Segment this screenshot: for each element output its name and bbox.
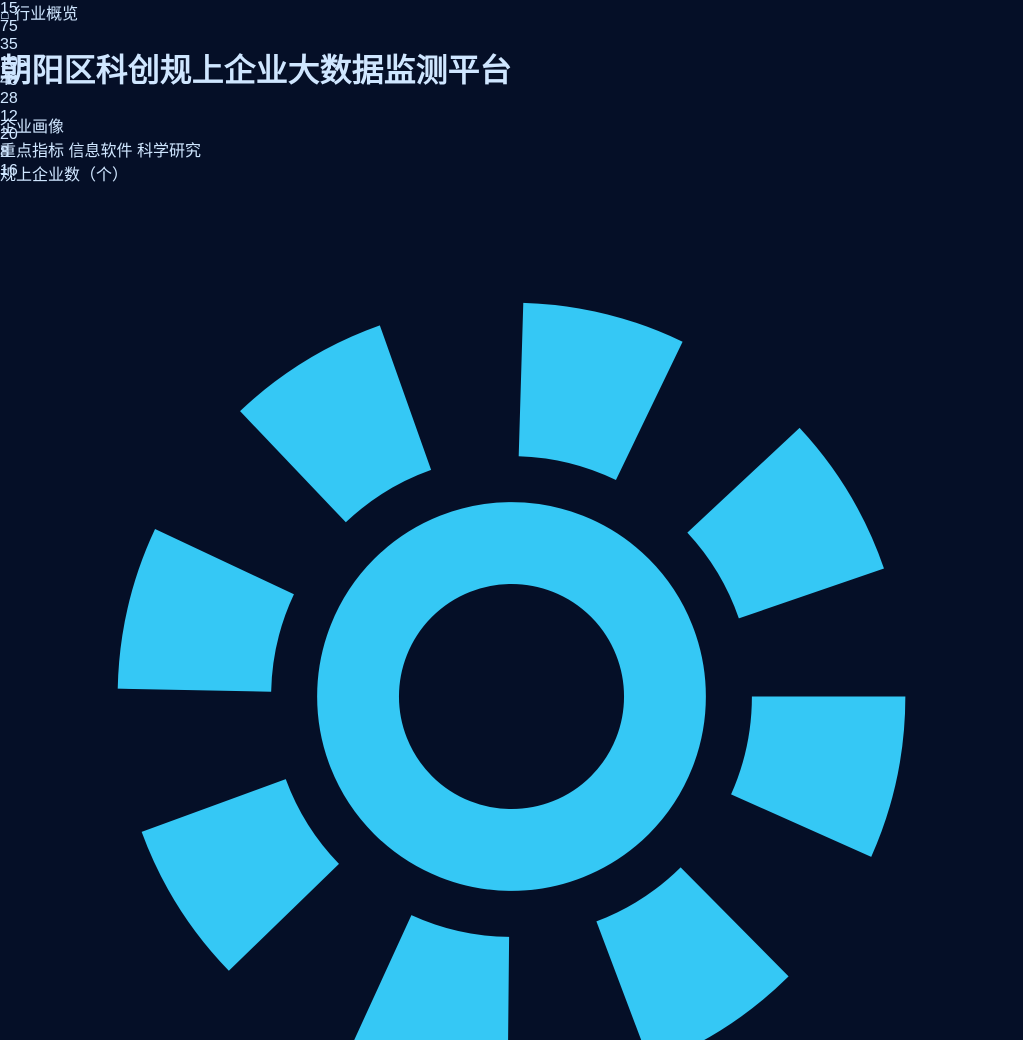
map-marker[interactable]: 105 xyxy=(0,54,1023,72)
map-marker[interactable]: 75 xyxy=(0,18,1023,36)
map-marker[interactable]: 28 xyxy=(0,90,1023,108)
map-marker[interactable]: 48 xyxy=(0,72,1023,90)
map-marker[interactable]: 8 xyxy=(0,144,1023,162)
map-marker[interactable]: 35 xyxy=(0,36,1023,54)
map-marker[interactable]: 16 xyxy=(0,162,1023,180)
map-marker[interactable]: 15 xyxy=(0,0,1023,18)
map-badge-layer: 15753510548281220816 xyxy=(0,0,1023,520)
map-marker[interactable]: 20 xyxy=(0,126,1023,144)
map-marker[interactable]: 12 xyxy=(0,108,1023,126)
